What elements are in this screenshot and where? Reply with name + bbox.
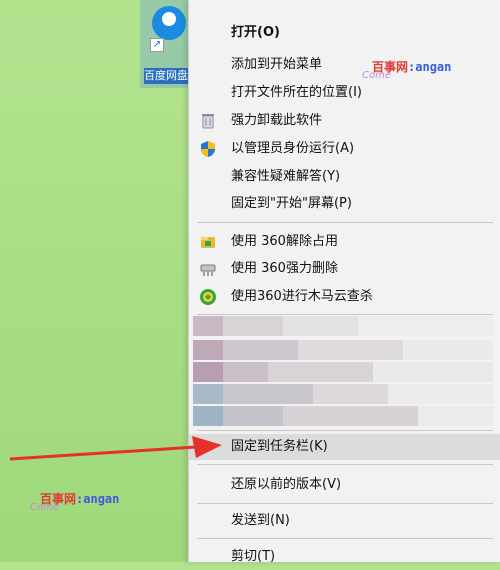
menu-item-label: 使用 360解除占用 [231, 234, 338, 249]
menu-item-label: 添加到开始菜单 [231, 57, 323, 72]
menu-item-label: 使用360进行木马云查杀 [231, 289, 373, 304]
menu-item-label: 以管理员身份运行(A) [231, 141, 355, 156]
watermark: 百事网:angan Come [362, 58, 452, 81]
menu-item-360-unlock[interactable]: 使用 360解除占用 [189, 229, 500, 255]
desktop-icon-label: 百度网盘 [144, 68, 194, 84]
app-logo-icon [152, 6, 186, 40]
menu-item-label: 打开文件所在的位置(I) [231, 85, 362, 100]
menu-item-label: 固定到"开始"屏幕(P) [231, 196, 352, 211]
menu-item-label: 发送到(N) [231, 513, 290, 528]
annotation-arrow-icon [9, 436, 222, 461]
menu-item-label: 固定到任务栏(K) [231, 439, 328, 454]
menu-separator [197, 222, 493, 223]
menu-item-add-to-start[interactable]: 添加到开始菜单 [189, 52, 500, 78]
watermark-script: Come [362, 70, 391, 81]
trash-icon [199, 112, 217, 130]
menu-item-cut[interactable]: 剪切(T) [189, 544, 500, 570]
360-shred-icon [199, 260, 217, 278]
menu-separator [197, 538, 493, 539]
menu-separator [197, 430, 493, 431]
watermark-script: Come [30, 502, 59, 513]
obscured-row [193, 406, 493, 426]
menu-separator [197, 464, 493, 465]
menu-item-label: 使用 360强力删除 [231, 261, 338, 276]
menu-separator [197, 314, 493, 315]
menu-item-run-as-admin[interactable]: 以管理员身份运行(A) [189, 136, 500, 162]
menu-item-360-force-delete[interactable]: 使用 360强力删除 [189, 256, 500, 282]
360-unlock-icon [199, 233, 217, 251]
menu-item-restore-previous[interactable]: 还原以前的版本(V) [189, 472, 500, 498]
obscured-row [193, 316, 493, 336]
menu-item-360-trojan-scan[interactable]: 使用360进行木马云查杀 [189, 284, 500, 310]
obscured-row [193, 340, 493, 360]
obscured-row [193, 362, 493, 382]
obscured-menu-items [193, 316, 497, 428]
shortcut-arrow-icon: ↗ [150, 38, 164, 52]
context-menu: 打开(O) 添加到开始菜单 打开文件所在的位置(I) 强力卸载此软件 以管理员身… [188, 0, 500, 564]
menu-item-label: 打开(O) [231, 25, 280, 40]
menu-item-label: 强力卸载此软件 [231, 113, 323, 128]
menu-item-label: 兼容性疑难解答(Y) [231, 169, 341, 184]
watermark-roman: :angan [76, 492, 120, 506]
watermark-roman: :angan [408, 60, 452, 74]
watermark: 百事网:angan Come [30, 490, 120, 513]
360-trojan-scan-icon [199, 288, 217, 306]
menu-item-pin-to-start[interactable]: 固定到"开始"屏幕(P) [189, 191, 500, 217]
obscured-row [193, 384, 493, 404]
menu-item-compat-troubleshoot[interactable]: 兼容性疑难解答(Y) [189, 164, 500, 190]
menu-item-force-uninstall[interactable]: 强力卸载此软件 [189, 108, 500, 134]
menu-item-send-to[interactable]: 发送到(N) [189, 508, 500, 534]
menu-item-label: 还原以前的版本(V) [231, 477, 342, 492]
menu-item-label: 剪切(T) [231, 549, 276, 564]
menu-item-pin-to-taskbar[interactable]: 固定到任务栏(K) [189, 434, 500, 460]
menu-item-open[interactable]: 打开(O) [189, 20, 500, 46]
menu-separator [197, 503, 493, 504]
uac-shield-icon [199, 140, 217, 158]
menu-item-open-file-location[interactable]: 打开文件所在的位置(I) [189, 80, 500, 106]
